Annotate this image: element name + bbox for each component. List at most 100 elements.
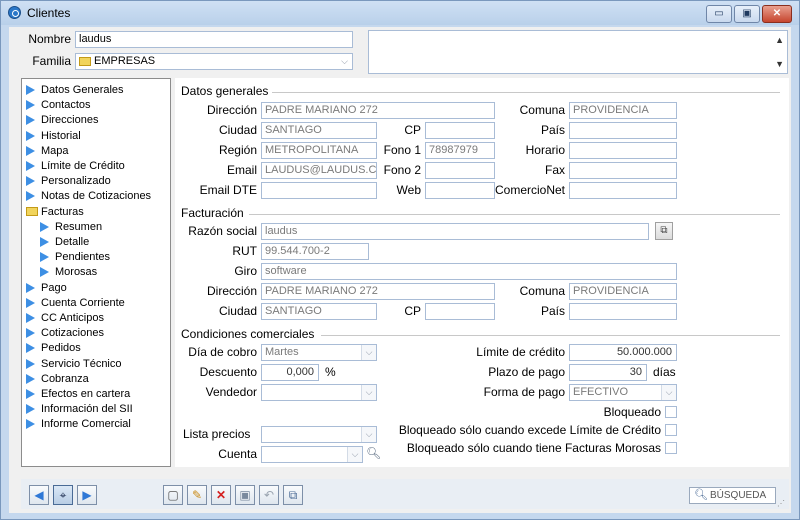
limite-credito-input[interactable]: 50.000.000 (569, 344, 677, 361)
direccion-input[interactable]: PADRE MARIANO 272 (261, 102, 495, 119)
lista-precios-dropdown[interactable]: ⌵ (261, 426, 377, 443)
tree-item-label: Mapa (41, 144, 69, 157)
fax-input[interactable] (569, 162, 677, 179)
bloqueado-checkbox[interactable] (665, 406, 677, 418)
fact-cp-label: CP (404, 304, 421, 318)
web-input[interactable] (425, 182, 495, 199)
pais-label: País (540, 123, 565, 137)
ciudad-input[interactable]: SANTIAGO (261, 122, 377, 139)
familia-label: Familia (32, 54, 71, 68)
razon-social-input[interactable]: laudus (261, 223, 649, 240)
ciudad-label: Ciudad (218, 123, 257, 137)
vendedor-dropdown[interactable]: ⌵ (261, 384, 377, 401)
tree-item-label: Informe Comercial (41, 418, 131, 431)
razon-social-label: Razón social (188, 224, 257, 238)
comuna-input[interactable]: PROVIDENCIA (569, 102, 677, 119)
search-box[interactable]: 🔍︎ BÚSQUEDA (689, 487, 776, 504)
arrow-right-icon (26, 85, 35, 95)
scroll-down-icon[interactable]: ▼ (775, 59, 784, 69)
nombre-input[interactable]: laudus (75, 31, 353, 48)
tree-item-label: Pago (41, 281, 67, 294)
horario-input[interactable] (569, 142, 677, 159)
section-facturacion: Facturación (181, 206, 244, 220)
rut-input[interactable]: 99.544.700-2 (261, 243, 369, 260)
chevron-down-icon[interactable]: ⌵ (661, 385, 676, 400)
cuenta-label: Cuenta (218, 447, 257, 461)
limite-credito-label: Límite de crédito (476, 345, 565, 359)
descuento-input[interactable]: 0,000 (261, 364, 319, 381)
fact-direccion-input[interactable]: PADRE MARIANO 272 (261, 283, 495, 300)
fono2-input[interactable] (425, 162, 495, 179)
fono1-label: Fono 1 (383, 143, 421, 157)
plazo-pago-label: Plazo de pago (488, 365, 565, 379)
tree-item-label: Cobranza (41, 372, 89, 385)
minimize-button[interactable]: ▭ (706, 5, 732, 23)
close-button[interactable]: ✕ (762, 5, 792, 23)
web-label: Web (396, 183, 421, 197)
arrow-right-icon (26, 191, 35, 202)
title-bar[interactable]: Clientes ▭ ▣ ✕ (1, 1, 799, 25)
tree-item-label: Direcciones (41, 114, 99, 127)
email-label: Email (226, 163, 257, 177)
chevron-down-icon[interactable]: ⌵ (361, 345, 376, 360)
new-document-icon[interactable]: ▢ (163, 485, 183, 505)
dia-cobro-label: Día de cobro (188, 345, 257, 359)
chevron-down-icon[interactable]: ⌵ (337, 54, 352, 69)
forma-pago-dropdown[interactable]: EFECTIVO ⌵ (569, 384, 677, 401)
region-input[interactable]: METROPOLITANA (261, 142, 377, 159)
arrow-right-icon (26, 358, 35, 369)
plazo-pago-input[interactable]: 30 (569, 364, 647, 381)
previous-record-icon[interactable]: ◀ (29, 485, 49, 505)
fono1-input[interactable]: 78987979 (425, 142, 495, 159)
chevron-down-icon[interactable]: ⌵ (361, 427, 376, 442)
fact-cp-input[interactable] (425, 303, 495, 320)
pais-input[interactable] (569, 122, 677, 139)
familia-value: EMPRESAS (94, 55, 156, 67)
section-condiciones: Condiciones comerciales (181, 327, 315, 341)
copy-record-icon[interactable]: ⧉ (283, 485, 303, 505)
tree-item-label: Morosas (55, 266, 98, 279)
email-input[interactable]: LAUDUS@LAUDUS.CL (261, 162, 377, 179)
undo-icon[interactable]: ↶ (259, 485, 279, 505)
cp-label: CP (404, 123, 421, 137)
navigation-tree: Datos Generales Contactos Direcciones Histo… (21, 78, 171, 467)
cuenta-dropdown[interactable]: ⌵ (261, 446, 363, 463)
tree-item-label: Pedidos (41, 342, 81, 355)
details-panel: Datos generales Dirección PADRE MARIANO … (175, 78, 789, 467)
arrow-right-icon (26, 100, 35, 111)
comuna-label: Comuna (519, 103, 565, 117)
comercionet-input[interactable] (569, 182, 677, 199)
vendedor-label: Vendedor (205, 385, 257, 399)
binoculars-icon[interactable]: ⌖ (53, 485, 73, 505)
fact-pais-input[interactable] (569, 303, 677, 320)
resize-grip-icon[interactable]: ⋰ (777, 499, 785, 508)
giro-label: Giro (234, 264, 257, 278)
nombre-label: Nombre (28, 32, 71, 46)
dia-cobro-dropdown[interactable]: Martes ⌵ (261, 344, 377, 361)
fact-ciudad-input[interactable]: SANTIAGO (261, 303, 377, 320)
chevron-down-icon[interactable]: ⌵ (361, 385, 376, 400)
arrow-right-icon (26, 419, 35, 430)
bloqueado-morosas-checkbox[interactable] (665, 442, 677, 454)
app-icon (8, 6, 21, 19)
copy-icon[interactable]: ⧉ (655, 222, 673, 240)
arrow-right-icon (26, 297, 35, 308)
cp-input[interactable] (425, 122, 495, 139)
scroll-up-icon[interactable]: ▲ (775, 35, 784, 45)
chevron-down-icon[interactable]: ⌵ (347, 447, 362, 462)
save-icon[interactable]: ▣ (235, 485, 255, 505)
email-dte-input[interactable] (261, 182, 377, 199)
maximize-button[interactable]: ▣ (734, 5, 760, 23)
familia-dropdown[interactable]: EMPRESAS ⌵ (75, 53, 353, 70)
search-icon[interactable]: 🔍︎ (366, 446, 381, 460)
edit-pencil-icon[interactable]: ✎ (187, 485, 207, 505)
tree-item-label: Cuenta Corriente (41, 296, 125, 309)
bloqueado-limite-checkbox[interactable] (665, 424, 677, 436)
next-record-icon[interactable]: ▶ (77, 485, 97, 505)
fact-comuna-input[interactable]: PROVIDENCIA (569, 283, 677, 300)
bloqueado-limite-label: Bloqueado sólo cuando excede Límite de C… (398, 423, 661, 437)
arrow-right-icon (40, 252, 49, 263)
notes-memo[interactable]: ▲ ▼ (368, 30, 788, 74)
delete-icon[interactable]: ✕ (211, 485, 231, 505)
giro-input[interactable]: software (261, 263, 677, 280)
